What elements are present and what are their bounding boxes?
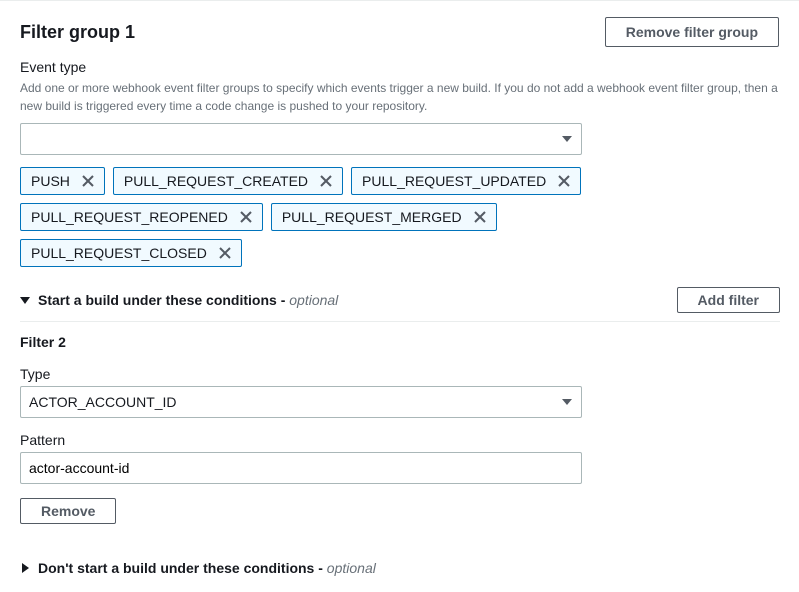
close-icon[interactable] <box>556 173 572 189</box>
dont-start-conditions-title: Don't start a build under these conditio… <box>38 560 376 576</box>
event-type-description: Add one or more webhook event filter gro… <box>20 79 779 115</box>
token-pr-reopened: PULL_REQUEST_REOPENED <box>20 203 263 231</box>
token-pr-merged: PULL_REQUEST_MERGED <box>271 203 497 231</box>
filter-group-title: Filter group 1 <box>20 22 135 43</box>
start-conditions-title: Start a build under these conditions - o… <box>38 292 338 308</box>
token-label: PULL_REQUEST_REOPENED <box>31 209 228 225</box>
event-type-tokens: PUSH PULL_REQUEST_CREATED PULL_REQUEST_U… <box>20 167 582 267</box>
token-label: PULL_REQUEST_CLOSED <box>31 245 207 261</box>
type-label: Type <box>20 366 779 382</box>
token-label: PULL_REQUEST_CREATED <box>124 173 308 189</box>
close-icon[interactable] <box>318 173 334 189</box>
remove-filter-button[interactable]: Remove <box>20 498 116 524</box>
filter-2-title: Filter 2 <box>20 334 779 350</box>
pattern-label: Pattern <box>20 432 779 448</box>
event-type-select[interactable] <box>20 123 582 155</box>
close-icon[interactable] <box>472 209 488 225</box>
token-pr-created: PULL_REQUEST_CREATED <box>113 167 343 195</box>
close-icon[interactable] <box>217 245 233 261</box>
token-label: PULL_REQUEST_UPDATED <box>362 173 546 189</box>
dont-start-conditions-toggle[interactable]: Don't start a build under these conditio… <box>20 552 779 576</box>
close-icon[interactable] <box>238 209 254 225</box>
start-conditions-toggle[interactable]: Start a build under these conditions - o… <box>20 292 338 308</box>
remove-filter-group-button[interactable]: Remove filter group <box>605 17 779 47</box>
token-pr-updated: PULL_REQUEST_UPDATED <box>351 167 581 195</box>
token-push: PUSH <box>20 167 105 195</box>
token-label: PULL_REQUEST_MERGED <box>282 209 462 225</box>
add-filter-button[interactable]: Add filter <box>677 287 780 313</box>
event-type-label: Event type <box>20 59 779 75</box>
caret-down-icon <box>20 295 30 305</box>
close-icon[interactable] <box>80 173 96 189</box>
token-label: PUSH <box>31 173 70 189</box>
pattern-input[interactable] <box>20 452 582 484</box>
token-pr-closed: PULL_REQUEST_CLOSED <box>20 239 242 267</box>
caret-right-icon <box>20 563 30 573</box>
type-select[interactable]: ACTOR_ACCOUNT_ID <box>20 386 582 418</box>
